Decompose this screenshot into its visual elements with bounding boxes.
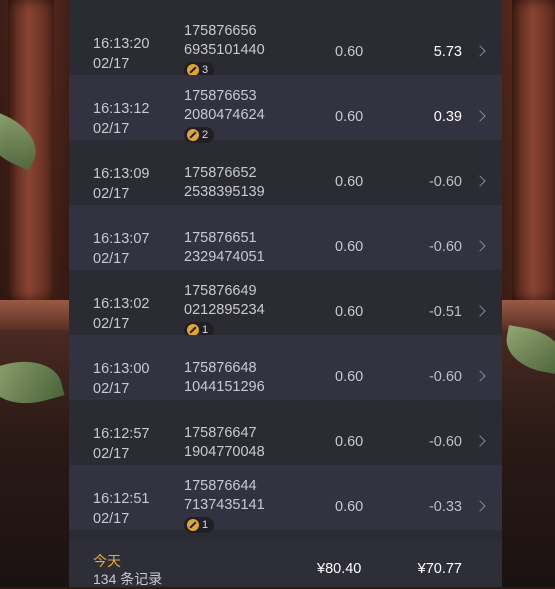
row-timestamp: 16:13:20 02/17 <box>93 34 149 74</box>
chevron-right-icon[interactable] <box>474 175 486 187</box>
chevron-right-icon[interactable] <box>474 370 486 382</box>
row-bet-id: 175876656 6935101440 3 <box>184 22 265 82</box>
row-id-line1: 175876648 <box>184 360 257 376</box>
row-time: 16:13:02 <box>93 296 150 312</box>
row-id-line1: 175876653 <box>184 88 257 104</box>
row-time: 16:13:12 <box>93 101 150 117</box>
row-timestamp: 16:13:02 02/17 <box>93 294 149 334</box>
row-time: 16:12:51 <box>93 491 150 507</box>
row-id-line2: 6935101440 <box>184 42 265 58</box>
row-id-line1: 175876656 <box>184 23 257 39</box>
row-date: 02/17 <box>93 251 130 267</box>
row-bet-amount: 0.60 <box>335 109 364 125</box>
row-time: 16:13:20 <box>93 36 150 52</box>
row-id-line1: 175876644 <box>184 478 257 494</box>
row-profit: -0.60 <box>428 239 462 255</box>
row-bet-amount: 0.60 <box>335 44 364 60</box>
history-row[interactable]: 16:13:12 02/17 175876653 2080474624 2 0.… <box>69 75 502 143</box>
multiplier-badge: 1 <box>184 517 215 533</box>
row-date: 02/17 <box>93 121 130 137</box>
row-id-line1: 175876649 <box>184 283 257 299</box>
row-date: 02/17 <box>93 186 130 202</box>
row-timestamp: 16:12:51 02/17 <box>93 489 149 529</box>
summary-total-win: ¥70.77 <box>417 561 462 577</box>
chevron-right-icon[interactable] <box>474 110 486 122</box>
row-id-line2: 2329474051 <box>184 249 265 265</box>
row-bet-id: 175876647 1904770048 <box>184 424 265 462</box>
row-time: 16:13:07 <box>93 231 150 247</box>
row-id-line2: 2080474624 <box>184 107 265 123</box>
background-pillar-right <box>512 0 555 300</box>
row-timestamp: 16:13:00 02/17 <box>93 359 149 399</box>
row-profit: -0.33 <box>428 499 462 515</box>
row-bet-id: 175876652 2538395139 <box>184 164 265 202</box>
row-profit: 5.73 <box>433 44 462 60</box>
history-list-panel: 16:13:20 02/17 175876656 6935101440 3 0.… <box>69 0 502 587</box>
row-profit: -0.60 <box>428 174 462 190</box>
row-bet-id: 175876649 0212895234 1 <box>184 282 265 342</box>
row-bet-amount: 0.60 <box>335 174 364 190</box>
row-bet-amount: 0.60 <box>335 304 364 320</box>
row-id-line1: 175876652 <box>184 165 257 181</box>
history-row[interactable]: 16:13:07 02/17 175876651 2329474051 0.60… <box>69 205 502 270</box>
row-id-line2: 2538395139 <box>184 184 265 200</box>
chevron-right-icon[interactable] <box>474 435 486 447</box>
history-row[interactable]: 16:12:57 02/17 175876647 1904770048 0.60… <box>69 400 502 465</box>
row-time: 16:13:00 <box>93 361 150 377</box>
row-profit: -0.60 <box>428 369 462 385</box>
summary-day-label: 今天 <box>93 553 121 569</box>
chevron-right-icon[interactable] <box>474 305 486 317</box>
row-bet-id: 175876644 7137435141 1 <box>184 477 265 537</box>
row-bet-id: 175876651 2329474051 <box>184 229 265 267</box>
row-date: 02/17 <box>93 446 130 462</box>
row-id-line2: 0212895234 <box>184 302 265 318</box>
multiplier-badge-icon <box>187 519 199 531</box>
row-timestamp: 16:13:07 02/17 <box>93 229 149 269</box>
summary-record-count: 134 条记录 <box>93 571 163 587</box>
history-row[interactable]: 16:13:20 02/17 175876656 6935101440 3 0.… <box>69 10 502 78</box>
row-date: 02/17 <box>93 316 130 332</box>
summary-total-bet: ¥80.40 <box>317 561 362 577</box>
row-profit: -0.60 <box>428 434 462 450</box>
row-profit: 0.39 <box>433 109 462 125</box>
history-row[interactable]: 16:13:09 02/17 175876652 2538395139 0.60… <box>69 140 502 205</box>
row-id-line1: 175876651 <box>184 230 257 246</box>
row-bet-amount: 0.60 <box>335 239 364 255</box>
row-time: 16:13:09 <box>93 166 150 182</box>
row-bet-id: 175876653 2080474624 2 <box>184 87 265 147</box>
summary-footer: 今天 134 条记录 ¥80.40 ¥70.77 <box>69 540 502 587</box>
row-time: 16:12:57 <box>93 426 150 442</box>
row-bet-amount: 0.60 <box>335 369 364 385</box>
history-row[interactable]: 16:13:00 02/17 175876648 1044151296 0.60… <box>69 335 502 400</box>
history-row[interactable]: 16:13:02 02/17 175876649 0212895234 1 0.… <box>69 270 502 338</box>
row-profit: -0.51 <box>428 304 462 320</box>
chevron-right-icon[interactable] <box>474 45 486 57</box>
row-timestamp: 16:13:09 02/17 <box>93 164 149 204</box>
row-id-line2: 7137435141 <box>184 497 265 513</box>
row-timestamp: 16:12:57 02/17 <box>93 424 149 464</box>
row-id-line1: 175876647 <box>184 425 257 441</box>
row-date: 02/17 <box>93 56 130 72</box>
chevron-right-icon[interactable] <box>474 500 486 512</box>
chevron-right-icon[interactable] <box>474 240 486 252</box>
row-date: 02/17 <box>93 511 130 527</box>
row-date: 02/17 <box>93 381 130 397</box>
row-timestamp: 16:13:12 02/17 <box>93 99 149 139</box>
row-bet-amount: 0.60 <box>335 499 364 515</box>
history-row[interactable]: 16:12:51 02/17 175876644 7137435141 1 0.… <box>69 465 502 533</box>
row-bet-id: 175876648 1044151296 <box>184 359 265 397</box>
multiplier-badge-count: 1 <box>202 518 209 531</box>
row-bet-amount: 0.60 <box>335 434 364 450</box>
row-id-line2: 1044151296 <box>184 379 265 395</box>
row-id-line2: 1904770048 <box>184 444 265 460</box>
